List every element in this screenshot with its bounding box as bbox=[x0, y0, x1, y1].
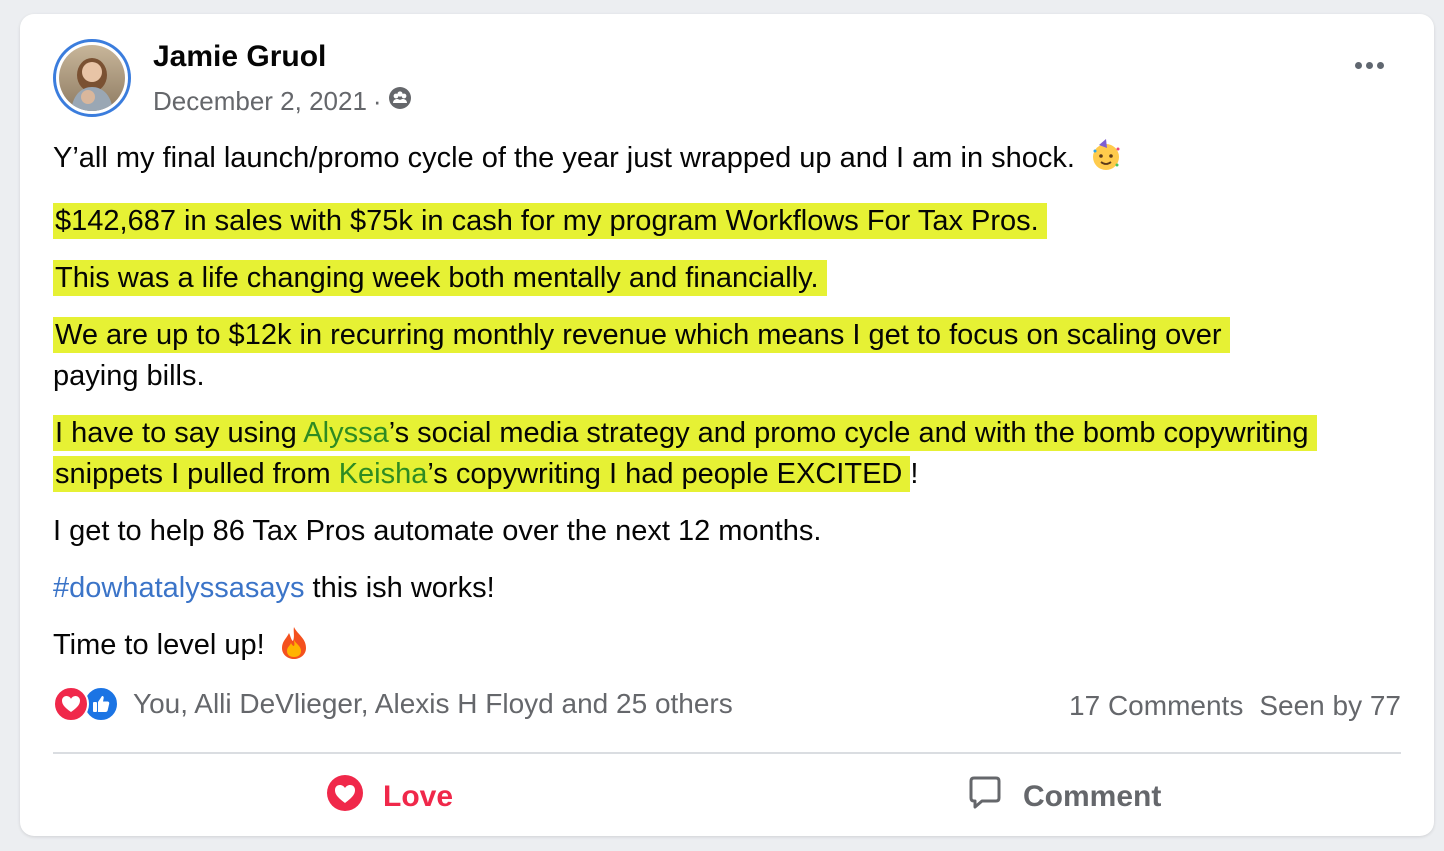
thanks-text-c: ’s copywriting I had people EXCITED bbox=[427, 458, 903, 490]
highlighted-life-text: This was a life changing week both menta… bbox=[53, 260, 827, 296]
post-body: Y’all my final launch/promo cycle of the… bbox=[53, 138, 1383, 688]
help-text: I get to help 86 Tax Pros automate over … bbox=[53, 515, 822, 547]
post-line-life: This was a life changing week both menta… bbox=[53, 258, 1383, 299]
post-line-levelup: Time to level up! bbox=[53, 625, 1383, 672]
reaction-names[interactable]: You, Alli DeVlieger, Alexis H Floyd and … bbox=[133, 688, 733, 720]
love-reaction-icon bbox=[53, 686, 89, 722]
highlighted-thanks-text: I have to say using Alyssa’s social medi… bbox=[53, 415, 1317, 492]
comments-count[interactable]: 17 Comments bbox=[1069, 690, 1243, 722]
engagement-counts: 17 Comments Seen by 77 bbox=[1069, 690, 1401, 722]
levelup-text: Time to level up! bbox=[53, 629, 265, 661]
fire-emoji-icon bbox=[279, 626, 309, 672]
post-meta: December 2, 2021 · bbox=[153, 86, 412, 117]
avatar[interactable] bbox=[53, 39, 131, 117]
mention-keisha[interactable]: Keisha bbox=[339, 458, 428, 490]
mention-alyssa[interactable]: Alyssa bbox=[303, 417, 388, 449]
action-divider bbox=[53, 752, 1401, 754]
comment-label: Comment bbox=[1023, 780, 1162, 813]
more-dot-icon bbox=[1377, 62, 1384, 69]
mrr-tail-text: paying bills. bbox=[53, 360, 205, 392]
more-dot-icon bbox=[1366, 62, 1373, 69]
comment-icon bbox=[965, 773, 1005, 821]
seen-by-count[interactable]: Seen by 77 bbox=[1259, 690, 1401, 722]
highlighted-mrr-text: We are up to $12k in recurring monthly r… bbox=[53, 317, 1230, 353]
author-name[interactable]: Jamie Gruol bbox=[153, 40, 326, 74]
love-button[interactable]: Love bbox=[325, 771, 453, 823]
post-line-sales: $142,687 in sales with $75k in cash for … bbox=[53, 201, 1383, 242]
hashtag-tail-text: this ish works! bbox=[304, 572, 495, 604]
thanks-text-a: I have to say using bbox=[55, 417, 304, 449]
post-line-mrr: We are up to $12k in recurring monthly r… bbox=[53, 315, 1383, 397]
more-dot-icon bbox=[1355, 62, 1362, 69]
post-line-help: I get to help 86 Tax Pros automate over … bbox=[53, 511, 1383, 552]
avatar-photo bbox=[59, 45, 125, 111]
thanks-end-text: ! bbox=[910, 458, 919, 490]
love-label: Love bbox=[383, 780, 454, 813]
post-card: Jamie Gruol December 2, 2021 · Y’all my … bbox=[20, 14, 1434, 836]
group-audience-icon bbox=[388, 86, 412, 117]
post-line-thanks: I have to say using Alyssa’s social medi… bbox=[53, 413, 1383, 495]
party-face-emoji-icon bbox=[1089, 139, 1123, 185]
love-icon bbox=[325, 773, 365, 821]
highlighted-sales-text: $142,687 in sales with $75k in cash for … bbox=[53, 203, 1047, 239]
meta-separator: · bbox=[372, 86, 382, 116]
more-options-button[interactable] bbox=[1355, 62, 1384, 69]
hashtag-link[interactable]: #dowhatalyssasays bbox=[53, 572, 304, 604]
post-date[interactable]: December 2, 2021 bbox=[153, 86, 367, 117]
intro-text: Y’all my final launch/promo cycle of the… bbox=[53, 142, 1075, 174]
reaction-icons bbox=[53, 686, 119, 722]
post-line-intro: Y’all my final launch/promo cycle of the… bbox=[53, 138, 1383, 185]
post-line-hashtag: #dowhatalyssasays this ish works! bbox=[53, 568, 1383, 609]
reaction-summary[interactable]: You, Alli DeVlieger, Alexis H Floyd and … bbox=[53, 686, 733, 722]
comment-button[interactable]: Comment bbox=[965, 771, 1161, 823]
